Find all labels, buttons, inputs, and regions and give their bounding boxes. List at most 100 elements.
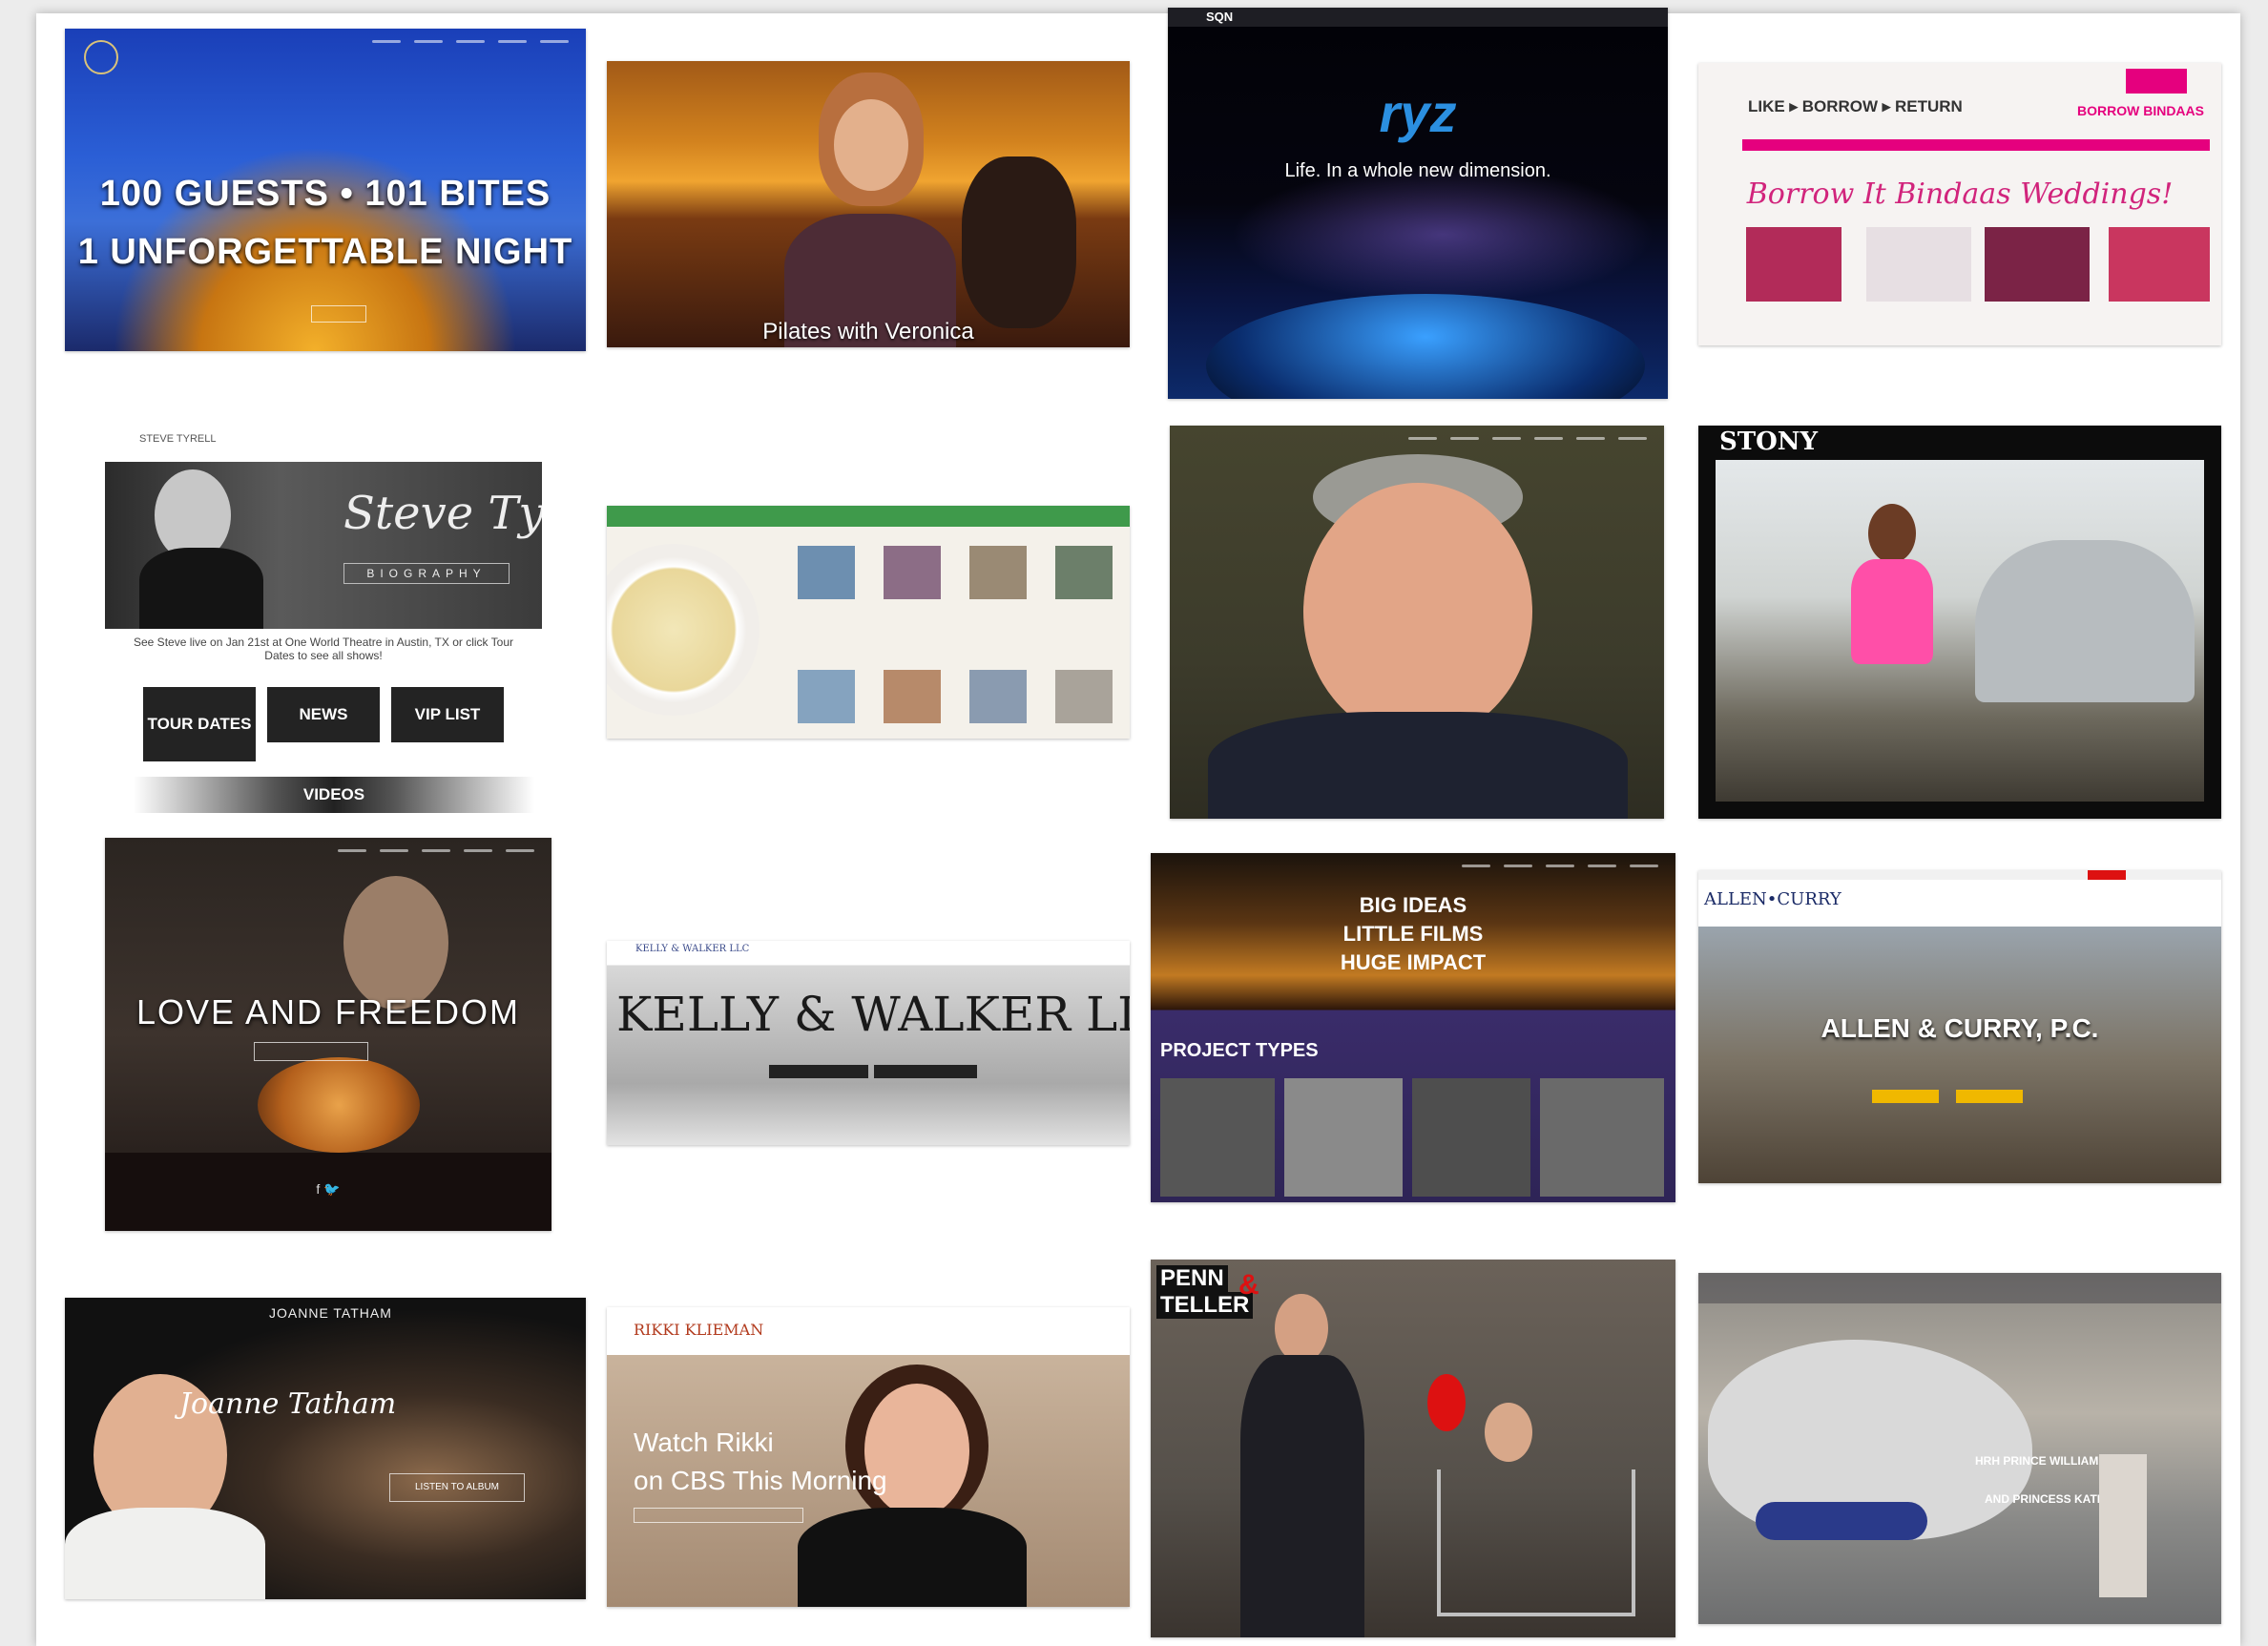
hero-line-2: AND PRINCESS KATE — [1985, 1492, 2105, 1506]
top-nav — [1698, 1273, 2221, 1303]
tile-pilates[interactable]: Pilates with Veronica — [607, 61, 1130, 347]
model-dress — [1851, 559, 1933, 664]
portrait-body — [139, 548, 263, 629]
hero-line-2: LITTLE FILMS — [1342, 922, 1484, 946]
hero-line-1: HRH PRINCE WILLIAM — [1975, 1454, 2099, 1468]
thumb-4 — [1055, 546, 1113, 599]
model-head — [1868, 504, 1916, 563]
red-prop — [1427, 1374, 1466, 1431]
listen-button[interactable]: LISTEN TO ALBUM — [389, 1473, 525, 1502]
tile-joanne-tatham[interactable]: JOANNE TATHAM Joanne Tatham LISTEN TO AL… — [65, 1298, 586, 1599]
project-thumb-2[interactable] — [1284, 1078, 1403, 1197]
utility-bar — [1698, 870, 2221, 880]
news-button[interactable]: NEWS — [267, 687, 380, 742]
portrait-face — [834, 99, 908, 191]
tile-food-wellness[interactable] — [607, 506, 1130, 739]
hero-button[interactable] — [311, 305, 366, 323]
project-thumb-3[interactable] — [1412, 1078, 1530, 1197]
tile-helicopter[interactable]: HRH PRINCE WILLIAM AND PRINCESS KATE — [1698, 1273, 2221, 1624]
hero-line-3: HUGE IMPACT — [1340, 950, 1487, 974]
portrait-top — [798, 1508, 1027, 1607]
tile-eiffel-event[interactable]: 100 GUESTS • 101 BITES 1 UNFORGETTABLE N… — [65, 29, 586, 351]
tile-steve-tyrell[interactable]: STEVE TYRELL Steve Tyrell BIOGRAPHY See … — [105, 424, 542, 821]
hero-line-2: 1 UNFORGETTABLE NIGHT — [77, 232, 573, 272]
utility-badge — [2088, 870, 2126, 880]
product-photo-1 — [1746, 227, 1841, 302]
site-nav — [65, 29, 586, 53]
site-name: RIKKI KLIEMAN — [634, 1321, 764, 1339]
portrait-top — [65, 1508, 265, 1599]
product-photo-3 — [1985, 227, 2090, 302]
tour-dates-button[interactable]: TOUR DATES — [143, 687, 256, 761]
guitar — [258, 1057, 420, 1153]
tile-little-films[interactable]: BIG IDEAS LITTLE FILMS HUGE IMPACT PROJE… — [1151, 853, 1675, 1202]
tour-note: See Steve live on Jan 21st at One World … — [134, 635, 513, 662]
learn-more-button[interactable] — [874, 1065, 977, 1078]
thumb-5 — [798, 670, 855, 723]
site-nav — [1151, 853, 1675, 878]
top-nav — [607, 506, 1130, 527]
tile-rikki-klieman[interactable]: RIKKI KLIEMAN Watch Rikki on CBS This Mo… — [607, 1307, 1130, 1607]
face — [1303, 483, 1532, 740]
cta-button-2[interactable] — [1956, 1090, 2023, 1103]
top-logo: SQN — [1206, 10, 1234, 24]
tile-caption: Pilates with Veronica — [762, 319, 974, 344]
shopping-cart — [1437, 1469, 1635, 1616]
badge — [2126, 69, 2187, 94]
ryz-logo: ryz — [1379, 83, 1457, 143]
watch-button[interactable] — [634, 1508, 803, 1523]
tile-borrow-bindaas[interactable]: LIKE ▸ BORROW ▸ RETURN BORROW BINDAAS Bo… — [1698, 63, 2221, 345]
thumb-8 — [1055, 670, 1113, 723]
site-logo: KELLY & WALKER LLC — [635, 944, 750, 954]
firm-logo: ALLEN•CURRY — [1704, 889, 1841, 909]
tile-allen-curry[interactable]: ALLEN•CURRY ALLEN & CURRY, P.C. — [1698, 870, 2221, 1183]
helicopter-stripe — [1756, 1502, 1927, 1540]
hero-title: KELLY & WALKER LLC — [616, 987, 1130, 1042]
figure-person — [2099, 1454, 2147, 1597]
tile-stony[interactable]: STONY — [1698, 426, 2221, 819]
site-name: STEVE TYRELL — [139, 433, 217, 445]
thumb-2 — [884, 546, 941, 599]
thumb-6 — [884, 670, 941, 723]
tile-penn-teller[interactable]: PENN TELLER & — [1151, 1260, 1675, 1637]
hero-title: ALLEN & CURRY, P.C. — [1821, 1013, 2099, 1043]
hero-line-1: BIG IDEAS — [1359, 893, 1467, 917]
our-people-button[interactable] — [769, 1065, 868, 1078]
hero-button[interactable] — [254, 1042, 368, 1061]
hero-line-2: on CBS This Morning — [634, 1466, 887, 1495]
stony-logo: STONY — [1719, 427, 1819, 456]
vip-list-button[interactable]: VIP LIST — [391, 687, 504, 742]
menu-bar — [1742, 139, 2210, 151]
videos-button[interactable]: VIDEOS — [134, 777, 534, 813]
stone-stack — [962, 156, 1076, 328]
site-nav — [1170, 426, 1664, 450]
site-name: JOANNE TATHAM — [269, 1305, 392, 1321]
penn-suit — [1240, 1355, 1364, 1637]
ampersand-icon: & — [1238, 1269, 1259, 1301]
hero-title: LOVE AND FREEDOM — [135, 992, 521, 1031]
social-icons[interactable]: f 🐦 — [105, 1181, 551, 1198]
portfolio-sheet: 100 GUESTS • 101 BITES 1 UNFORGETTABLE N… — [36, 8, 2240, 1646]
signature: Steve Tyrell — [343, 487, 542, 540]
tile-ryz[interactable]: SQN ryz Life. In a whole new dimension. — [1168, 8, 1668, 399]
thumb-3 — [969, 546, 1027, 599]
airstream-trailer — [1975, 540, 2195, 702]
project-thumb-1[interactable] — [1160, 1078, 1275, 1197]
thumb-1 — [798, 546, 855, 599]
script-name: Joanne Tatham — [179, 1387, 397, 1421]
thumb-7 — [969, 670, 1027, 723]
cta-button-1[interactable] — [1872, 1090, 1939, 1103]
musician-face — [343, 876, 448, 1010]
project-thumb-4[interactable] — [1540, 1078, 1664, 1197]
top-nav — [1168, 8, 1668, 27]
tile-love-and-freedom[interactable]: LOVE AND FREEDOM f 🐦 — [105, 838, 551, 1231]
logo-line-1: PENN — [1156, 1265, 1228, 1292]
teller-head — [1485, 1403, 1532, 1462]
script-heading: Borrow It Bindaas Weddings! — [1746, 177, 2174, 211]
tile-kelly-walker[interactable]: KELLY & WALKER LLC KELLY & WALKER LLC — [607, 941, 1130, 1145]
hero-line-1: 100 GUESTS • 101 BITES — [99, 174, 551, 214]
section-heading: PROJECT TYPES — [1160, 1040, 1319, 1061]
suit — [1208, 712, 1628, 819]
tile-actor-portrait[interactable] — [1170, 426, 1664, 819]
site-nav — [105, 838, 551, 863]
